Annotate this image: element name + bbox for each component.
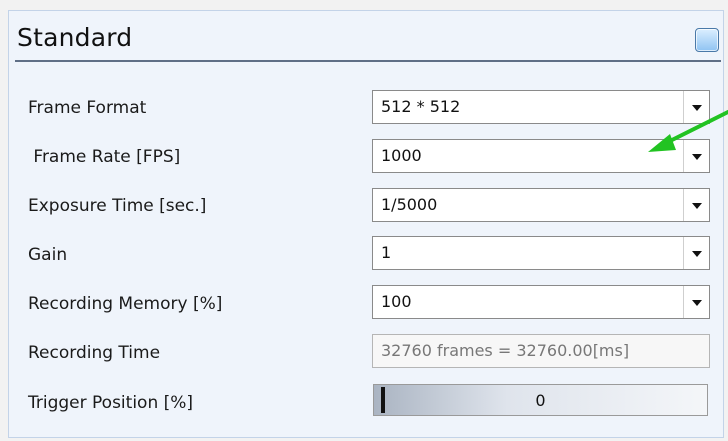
recording-time-field: 32760 frames = 32760.00[ms] [372,334,710,368]
trigger-position-value: 0 [535,391,546,410]
chevron-down-icon[interactable] [683,189,709,221]
trigger-position-label: Trigger Position [%] [28,393,194,413]
chevron-down-icon[interactable] [683,286,709,318]
gain-label: Gain [28,245,68,265]
panel-title: Standard [17,23,133,52]
recording-memory-select[interactable]: 100 [372,285,710,319]
recording-memory-value: 100 [381,292,412,311]
green-arrow-icon [648,110,728,152]
standard-settings-panel [8,10,724,438]
exposure-time-select[interactable]: 1/5000 [372,188,710,222]
recording-time-label: Recording Time [28,343,161,363]
trigger-position-slider[interactable]: 0 [373,384,708,416]
panel-header: Standard [15,20,721,62]
exposure-time-value: 1/5000 [381,195,438,214]
frame-rate-label: Frame Rate [FPS] [28,147,181,167]
frame-rate-value: 1000 [381,146,422,165]
gain-select[interactable]: 1 [372,236,710,270]
chevron-down-icon[interactable] [683,237,709,269]
recording-time-value: 32760 frames = 32760.00[ms] [381,341,630,360]
recording-memory-label: Recording Memory [%] [28,294,223,314]
exposure-time-label: Exposure Time [sec.] [28,196,207,216]
frame-format-label: Frame Format [28,98,147,118]
frame-format-value: 512 * 512 [381,97,461,116]
toggle-square-icon[interactable] [695,28,719,52]
gain-value: 1 [381,243,392,262]
